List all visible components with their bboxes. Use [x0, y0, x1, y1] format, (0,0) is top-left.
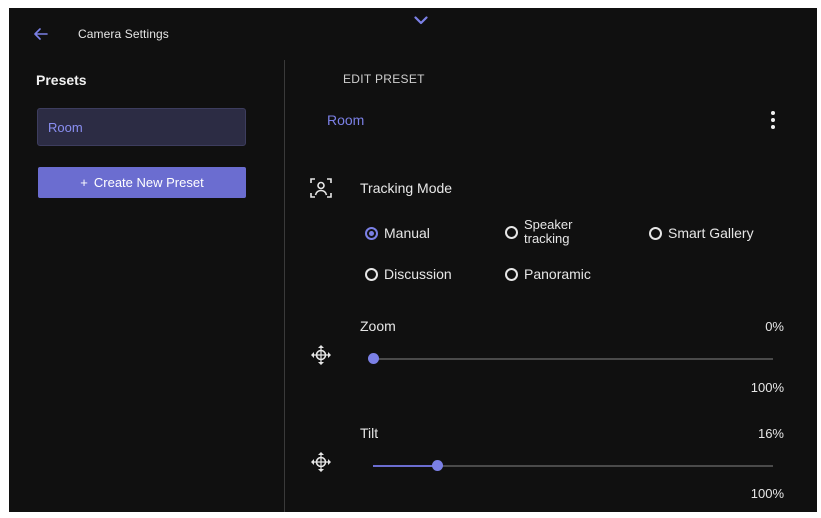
create-new-preset-label: Create New Preset	[93, 175, 204, 190]
radio-unselected-icon	[505, 267, 518, 281]
chevron-down-icon	[414, 15, 428, 24]
screen-title: Camera Settings	[78, 27, 169, 41]
collapse-button[interactable]	[411, 11, 431, 29]
plus-icon: +	[80, 175, 88, 190]
preset-item-room[interactable]: Room	[37, 108, 246, 146]
radio-panoramic[interactable]: Panoramic	[505, 266, 591, 282]
tilt-max: 100%	[750, 486, 784, 501]
tilt-slider-fill	[373, 465, 437, 467]
radio-speaker-tracking[interactable]: Speaker tracking	[505, 218, 572, 246]
radio-unselected-icon	[365, 267, 378, 281]
radio-unselected-icon	[649, 226, 662, 240]
radio-smart-gallery[interactable]: Smart Gallery	[649, 225, 754, 241]
edit-preset-heading: EDIT PRESET	[343, 72, 425, 86]
radio-label: Speaker tracking	[524, 217, 573, 246]
radio-label: Manual	[384, 225, 430, 241]
radio-label: Smart Gallery	[668, 225, 754, 241]
radio-manual[interactable]: Manual	[365, 225, 430, 241]
zoom-move-icon	[311, 345, 331, 365]
preset-item-label: Room	[48, 119, 83, 135]
zoom-max: 100%	[750, 380, 784, 395]
panel-divider	[284, 60, 285, 512]
tracking-frame-icon	[310, 178, 332, 198]
zoom-label: Zoom	[360, 318, 396, 334]
create-new-preset-button[interactable]: + Create New Preset	[38, 167, 246, 198]
zoom-slider-thumb[interactable]	[368, 353, 379, 364]
tilt-move-icon	[311, 452, 331, 472]
zoom-slider[interactable]	[368, 353, 773, 364]
arrow-left-icon	[34, 28, 48, 40]
tracking-mode-label: Tracking Mode	[360, 180, 453, 196]
tilt-label: Tilt	[360, 425, 379, 441]
presets-heading: Presets	[36, 72, 87, 88]
radio-selected-icon	[365, 226, 378, 240]
back-button[interactable]	[30, 23, 52, 45]
more-options-button[interactable]	[763, 108, 783, 132]
preset-name-field[interactable]: Room	[327, 112, 364, 128]
more-vertical-icon	[771, 111, 775, 129]
tilt-slider-thumb[interactable]	[432, 460, 443, 471]
radio-label: Panoramic	[524, 266, 591, 282]
zoom-value: 0%	[765, 319, 784, 334]
tilt-value: 16%	[757, 426, 784, 441]
radio-unselected-icon	[505, 225, 518, 239]
radio-discussion[interactable]: Discussion	[365, 266, 452, 282]
camera-settings-screen: Camera Settings Presets Room + Create Ne…	[9, 8, 817, 512]
radio-label: Discussion	[384, 266, 452, 282]
tilt-slider[interactable]	[373, 460, 773, 471]
